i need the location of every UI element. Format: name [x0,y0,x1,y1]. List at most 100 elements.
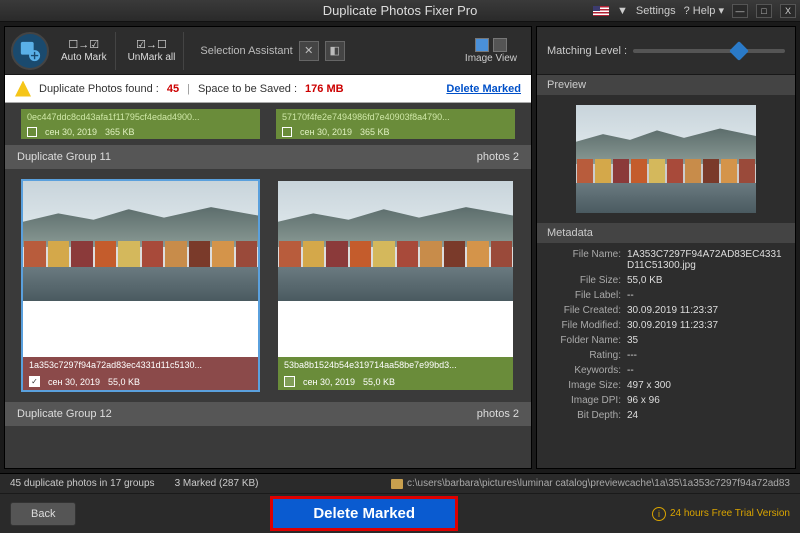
thumb-date: сен 30, 2019 [48,377,100,387]
mark-checkbox[interactable] [27,127,37,137]
maximize-button[interactable]: □ [756,4,772,18]
preview-area [537,95,795,223]
metadata-row: File Label:-- [545,288,787,303]
found-count: 45 [167,83,179,95]
trial-notice: i 24 hours Free Trial Version [652,507,790,521]
metadata-value: 96 x 96 [627,395,787,406]
auto-mark-label: Auto Mark [61,52,107,63]
settings-link[interactable]: Settings [636,5,676,17]
app-title: Duplicate Photos Fixer Pro [323,3,478,18]
metadata-row: Keywords:-- [545,363,787,378]
metadata-key: Folder Name: [545,335,627,346]
slider-thumb[interactable] [729,41,749,61]
folder-icon [391,479,403,489]
unmark-icon: ☑→☐ [136,38,167,51]
selection-tool-2-button[interactable]: ◧ [325,41,345,61]
thumbnail-card[interactable]: 53ba8b1524b54e319714aa58be7e99bd3... сен… [276,179,515,392]
image-view-list-button[interactable] [493,38,507,52]
right-panel: Matching Level : Preview Metadata File N… [536,26,796,469]
metadata-row: Bit Depth:24 [545,408,787,423]
metadata-key: Bit Depth: [545,410,627,421]
thumbnail-card[interactable]: 1a353c7297f94a72ad83ec4331d11c5130... ✓ с… [21,179,260,392]
mark-checkbox[interactable] [282,127,292,137]
footer: 45 duplicate photos in 17 groups 3 Marke… [0,473,800,533]
titlebar: Duplicate Photos Fixer Pro ▼ Settings ? … [0,0,800,22]
thumb-date: сен 30, 2019 [300,127,352,137]
metadata-value: 1A353C7297F94A72AD83EC4331D11C51300.jpg [627,249,787,271]
preview-header: Preview [537,75,795,95]
app-logo-icon [11,32,49,70]
path-text: c:\users\barbara\pictures\luminar catalo… [407,478,790,489]
selection-tool-1-button[interactable]: ✕ [299,41,319,61]
metadata-value: 30.09.2019 11:23:37 [627,305,787,316]
selection-assistant-label: Selection Assistant [200,45,292,57]
info-bar: Duplicate Photos found : 45 | Space to b… [5,75,531,103]
thumb-filename: 57170f4fe2e7494986fd7e40903f8a4790... [276,109,515,125]
help-link[interactable]: ? Help ▾ [684,4,724,17]
thumbnail-card[interactable]: 57170f4fe2e7494986fd7e40903f8a4790... се… [276,109,515,139]
flag-icon[interactable] [593,6,609,16]
thumb-size: 365 KB [360,127,390,137]
results-scroll-area[interactable]: 0ec447ddc8cd43afa1f11795cf4edad4900... с… [5,103,531,468]
metadata-value: -- [627,365,787,376]
mark-checkbox[interactable] [284,376,295,387]
metadata-value: 24 [627,410,787,421]
group-header: Duplicate Group 12 photos 2 [5,402,531,426]
thumbnail-card[interactable]: 0ec447ddc8cd43afa1f11795cf4edad4900... с… [21,109,260,139]
delete-marked-button[interactable]: Delete Marked [270,496,458,531]
info-icon: i [652,507,666,521]
trial-text: 24 hours Free Trial Version [670,508,790,519]
metadata-key: Image DPI: [545,395,627,406]
metadata-value: --- [627,350,787,361]
metadata-row: File Modified:30.09.2019 11:23:37 [545,318,787,333]
back-button[interactable]: Back [10,502,76,526]
metadata-row: Image DPI:96 x 96 [545,393,787,408]
thumb-filename: 1a353c7297f94a72ad83ec4331d11c5130... [23,357,258,373]
group-count: photos 2 [477,408,519,420]
metadata-value: 35 [627,335,787,346]
thumb-date: сен 30, 2019 [303,377,355,387]
minimize-button[interactable]: — [732,4,748,18]
thumb-size: 365 KB [105,127,135,137]
metadata-key: File Label: [545,290,627,301]
close-button[interactable]: X [780,4,796,18]
found-label: Duplicate Photos found : [39,83,159,95]
metadata-header: Metadata [537,223,795,243]
metadata-list[interactable]: File Name:1A353C7297F94A72AD83EC4331D11C… [537,243,795,468]
group-count: photos 2 [477,151,519,163]
warning-icon [15,81,31,97]
group-title: Duplicate Group 11 [17,151,111,163]
thumbnail-image [278,181,513,301]
left-panel: ☐→☑ Auto Mark ☑→☐ UnMark all Selection A… [4,26,532,469]
metadata-key: Keywords: [545,365,627,376]
auto-mark-button[interactable]: ☐→☑ Auto Mark [53,32,116,70]
thumb-filename: 53ba8b1524b54e319714aa58be7e99bd3... [278,357,513,373]
matching-level-label: Matching Level : [547,45,627,57]
metadata-row: File Size:55,0 KB [545,273,787,288]
metadata-value: 55,0 KB [627,275,787,286]
unmark-all-label: UnMark all [128,52,176,63]
matching-level-slider[interactable] [633,49,785,53]
mark-checkbox[interactable]: ✓ [29,376,40,387]
image-view-label: Image View [465,53,517,64]
metadata-row: File Name:1A353C7297F94A72AD83EC4331D11C… [545,247,787,273]
unmark-all-button[interactable]: ☑→☐ UnMark all [120,32,185,70]
metadata-key: Rating: [545,350,627,361]
marked-text: 3 Marked (287 KB) [175,478,259,489]
auto-mark-icon: ☐→☑ [68,38,99,51]
metadata-key: File Created: [545,305,627,316]
group-title: Duplicate Group 12 [17,408,112,420]
preview-image [576,105,756,213]
dropdown-caret-icon[interactable]: ▼ [617,5,628,17]
metadata-row: Rating:--- [545,348,787,363]
thumb-size: 55,0 KB [363,377,395,387]
selection-assistant: Selection Assistant ✕ ◧ [188,41,356,61]
matching-level-row: Matching Level : [537,27,795,75]
delete-marked-link[interactable]: Delete Marked [446,83,521,95]
metadata-row: Image Size:497 x 300 [545,378,787,393]
file-path: c:\users\barbara\pictures\luminar catalo… [391,478,790,489]
metadata-key: File Size: [545,275,627,286]
metadata-value: 497 x 300 [627,380,787,391]
space-label: Space to be Saved : [198,83,297,95]
image-view-large-button[interactable] [475,38,489,52]
